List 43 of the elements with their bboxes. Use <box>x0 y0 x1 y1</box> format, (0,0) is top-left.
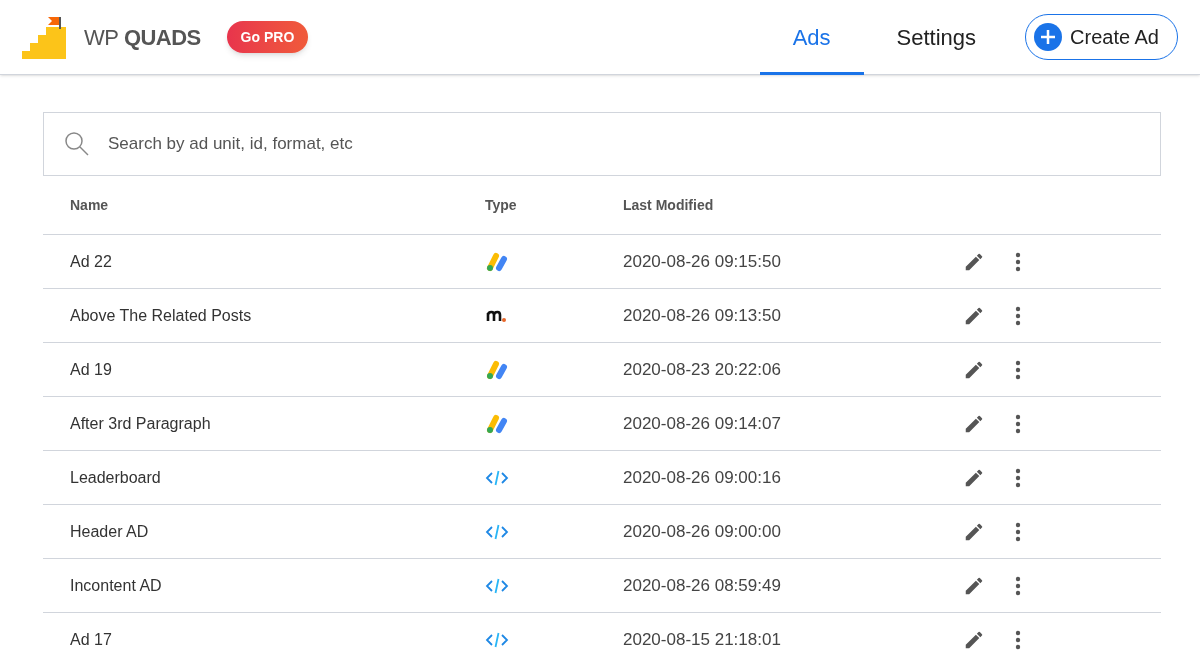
modified-date: 2020-08-26 09:13:50 <box>623 304 782 327</box>
ad-network-icon <box>485 412 509 435</box>
more-menu-icon[interactable] <box>1015 575 1021 596</box>
search-field[interactable]: Search by ad unit, id, format, etc <box>43 112 1161 176</box>
logo-stairs-flag-icon <box>22 15 66 59</box>
more-menu-icon[interactable] <box>1015 521 1021 542</box>
column-header: Last Modified <box>623 195 714 215</box>
ad-name: Above The Related Posts <box>69 305 253 326</box>
ad-name: Ad 19 <box>69 359 113 380</box>
code-icon <box>485 576 509 595</box>
ad-name: Ad 22 <box>69 251 113 272</box>
m-logo-icon <box>486 308 508 323</box>
more-menu-icon[interactable] <box>1015 251 1021 272</box>
ad-name: Incontent AD <box>69 575 163 596</box>
modified-date: 2020-08-26 09:14:07 <box>623 412 782 435</box>
more-menu-icon[interactable] <box>1015 467 1021 488</box>
ad-network-icon <box>485 250 509 273</box>
code-icon <box>485 522 509 541</box>
modified-date: 2020-08-26 09:00:16 <box>623 466 782 489</box>
more-menu-icon[interactable] <box>1015 629 1021 650</box>
ad-name: After 3rd Paragraph <box>69 413 212 434</box>
go-pro-button[interactable]: Go PRO <box>226 21 309 53</box>
ad-name: Leaderboard <box>69 467 162 488</box>
modified-date: 2020-08-26 09:00:00 <box>623 520 782 543</box>
code-icon <box>485 468 509 487</box>
column-header: Name <box>69 195 110 215</box>
modified-date: 2020-08-23 20:22:06 <box>623 358 782 381</box>
modified-date: 2020-08-26 09:15:50 <box>623 250 782 273</box>
nav-tab[interactable]: Settings <box>863 0 1010 75</box>
code-icon <box>485 630 509 649</box>
ad-name: Header AD <box>69 521 150 542</box>
brand-name: WP QUADS <box>84 23 201 52</box>
ad-name: Ad 17 <box>69 629 113 650</box>
more-menu-icon[interactable] <box>1015 305 1021 326</box>
modified-date: 2020-08-15 21:18:01 <box>623 628 782 651</box>
plus-icon <box>1034 23 1063 51</box>
ad-network-icon <box>485 358 509 381</box>
modified-date: 2020-08-26 08:59:49 <box>623 574 782 597</box>
more-menu-icon[interactable] <box>1015 359 1021 380</box>
nav-tab[interactable]: Ads <box>759 0 864 75</box>
column-header: Type <box>485 195 518 215</box>
search-icon <box>64 131 90 157</box>
more-menu-icon[interactable] <box>1015 413 1021 434</box>
